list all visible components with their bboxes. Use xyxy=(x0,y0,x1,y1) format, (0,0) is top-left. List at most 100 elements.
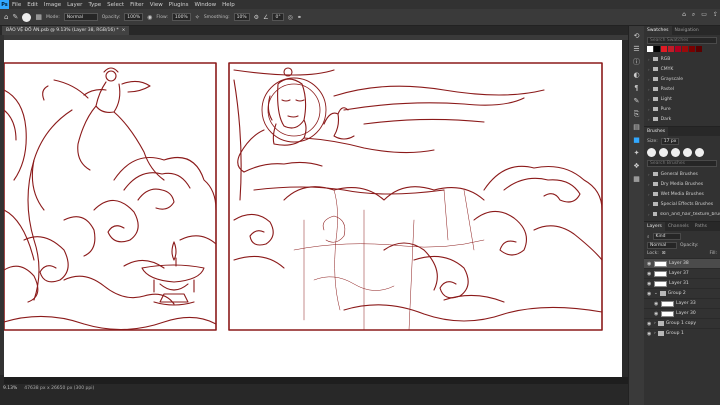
menu-select[interactable]: Select xyxy=(104,2,127,8)
opacity-field[interactable]: 100% xyxy=(124,13,144,21)
brush-preset[interactable] xyxy=(647,148,656,157)
layer-row[interactable]: ◉ Layer 31 xyxy=(644,278,720,288)
layer-row[interactable]: ◉ Layer 38 xyxy=(644,258,720,268)
chevron-right-icon[interactable]: › xyxy=(654,321,656,326)
menu-window[interactable]: Window xyxy=(191,2,219,8)
menu-plugins[interactable]: Plugins xyxy=(166,2,192,8)
chevron-right-icon[interactable]: › xyxy=(654,331,656,336)
patterns-icon[interactable]: ▦ xyxy=(632,175,641,184)
swatch-folder-pastel[interactable]: › Pastel xyxy=(644,84,720,94)
swatch[interactable] xyxy=(689,46,695,52)
brush-folder-special-effects[interactable]: › Special Effects Brushes xyxy=(644,199,720,209)
menu-edit[interactable]: Edit xyxy=(24,2,41,8)
home-screen-icon[interactable]: ⌂ xyxy=(682,11,686,19)
search-icon[interactable]: ⌕ xyxy=(692,11,695,19)
layer-row[interactable]: ◉ Layer 33 xyxy=(644,298,720,308)
tab-swatches[interactable]: Swatches xyxy=(644,26,672,35)
layer-group-row[interactable]: ◉ › Group 1 copy xyxy=(644,318,720,328)
tab-channels[interactable]: Channels xyxy=(665,222,692,231)
brush-preset[interactable] xyxy=(683,148,692,157)
tab-paths[interactable]: Paths xyxy=(692,222,710,231)
document-tab[interactable]: BẢO VỆ ĐỒ ÁN.psb @ 9.13% (Layer 38, RGB/… xyxy=(2,26,130,35)
swatch-folder-pure[interactable]: › Pure xyxy=(644,104,720,114)
brush-settings-icon[interactable]: ▦ xyxy=(35,13,42,21)
mode-select[interactable]: Normal xyxy=(63,13,98,21)
brush-tool-icon[interactable]: ✎ xyxy=(12,13,18,21)
pressure-opacity-icon[interactable]: ◉ xyxy=(147,14,152,21)
layer-group-row[interactable]: ◉ › Group 1 xyxy=(644,328,720,338)
eye-icon[interactable]: ◉ xyxy=(647,271,652,277)
eye-icon[interactable]: ◉ xyxy=(647,291,652,297)
tab-layers[interactable]: Layers xyxy=(644,222,665,231)
swatch[interactable] xyxy=(696,46,702,52)
clone-source-icon[interactable]: ⎘ xyxy=(632,110,641,119)
artboard[interactable] xyxy=(4,40,622,377)
styles-icon[interactable]: ❖ xyxy=(632,162,641,171)
menu-help[interactable]: Help xyxy=(219,2,238,8)
adjustments-icon[interactable]: ◐ xyxy=(632,71,641,80)
brush-folder-skin-hair[interactable]: › skin_and_hair_texture_brushes_b xyxy=(644,209,720,219)
smoothing-field[interactable]: 10% xyxy=(233,13,250,21)
history-icon[interactable]: ⟲ xyxy=(632,32,641,41)
angle-field[interactable]: 0° xyxy=(272,13,284,21)
pressure-size-icon[interactable]: ◎ xyxy=(288,14,293,21)
brush-preset-picker[interactable] xyxy=(22,12,32,22)
menu-view[interactable]: View xyxy=(147,2,166,8)
menu-type[interactable]: Type xyxy=(85,2,104,8)
menu-file[interactable]: File xyxy=(9,2,24,8)
color-icon[interactable]: ■ xyxy=(632,136,641,145)
eye-icon[interactable]: ◉ xyxy=(647,321,652,327)
glyphs-icon[interactable]: ✦ xyxy=(632,149,641,158)
brush-preset[interactable] xyxy=(671,148,680,157)
swatch-folder-dark[interactable]: › Dark xyxy=(644,114,720,124)
brush-settings-panel-icon[interactable]: ✎ xyxy=(632,97,641,106)
menu-filter[interactable]: Filter xyxy=(127,2,147,8)
swatch[interactable] xyxy=(675,46,681,52)
menu-image[interactable]: Image xyxy=(41,2,64,8)
swatch-folder-grayscale[interactable]: › Grayscale xyxy=(644,74,720,84)
libraries-icon[interactable]: ▤ xyxy=(632,123,641,132)
eye-icon[interactable]: ◉ xyxy=(654,301,659,307)
brush-preset[interactable] xyxy=(695,148,704,157)
layer-group-row[interactable]: ◉ ⌄ Group 2 xyxy=(644,288,720,298)
horizontal-scrollbar[interactable] xyxy=(4,377,628,384)
eye-icon[interactable]: ◉ xyxy=(647,281,652,287)
swatch-folder-light[interactable]: › Light xyxy=(644,94,720,104)
layer-kind-select[interactable]: Kind xyxy=(652,233,681,240)
tab-navigation[interactable]: Navigation xyxy=(672,26,702,35)
swatch[interactable] xyxy=(654,46,660,52)
properties-icon[interactable]: ☰ xyxy=(632,45,641,54)
chevron-down-icon[interactable]: ⌄ xyxy=(654,291,658,296)
document-info[interactable]: 47638 px x 26650 px (300 ppi) xyxy=(20,384,98,393)
brush-preset[interactable] xyxy=(659,148,668,157)
airbrush-icon[interactable]: ✧ xyxy=(195,14,200,21)
info-icon[interactable]: ⓘ xyxy=(632,58,641,67)
zoom-level[interactable]: 9.13% xyxy=(0,384,20,393)
brushes-search-input[interactable]: Search Brushes xyxy=(647,160,717,167)
swatch[interactable] xyxy=(668,46,674,52)
brush-folder-wet-media[interactable]: › Wet Media Brushes xyxy=(644,189,720,199)
symmetry-icon[interactable]: ⚭ xyxy=(297,14,302,21)
smoothing-gear-icon[interactable]: ⚙ xyxy=(254,14,259,21)
brush-folder-dry-media[interactable]: › Dry Media Brushes xyxy=(644,179,720,189)
home-icon[interactable]: ⌂ xyxy=(4,13,8,21)
eye-icon[interactable]: ◉ xyxy=(654,311,659,317)
close-tab-icon[interactable]: × xyxy=(122,28,126,33)
eye-icon[interactable]: ◉ xyxy=(647,331,652,337)
swatch-folder-rgb[interactable]: › RGB xyxy=(644,54,720,64)
layer-row[interactable]: ◉ Layer 30 xyxy=(644,308,720,318)
swatch[interactable] xyxy=(682,46,688,52)
photoshop-logo[interactable]: Ps xyxy=(0,0,9,9)
brush-folder-general[interactable]: › General Brushes xyxy=(644,169,720,179)
blend-mode-select[interactable]: Normal xyxy=(647,242,677,249)
brush-size-field[interactable]: 17 px xyxy=(660,138,680,145)
swatches-search-input[interactable]: Search Swatches xyxy=(647,37,717,44)
swatch[interactable] xyxy=(661,46,667,52)
lock-icon[interactable]: ⊠ xyxy=(662,251,666,256)
menu-layer[interactable]: Layer xyxy=(64,2,85,8)
share-icon[interactable]: ⇪ xyxy=(713,11,718,19)
flow-field[interactable]: 100% xyxy=(171,13,191,21)
tab-brushes[interactable]: Brushes xyxy=(644,127,669,136)
layer-row[interactable]: ◉ Layer 37 xyxy=(644,268,720,278)
swatch-folder-cmyk[interactable]: › CMYK xyxy=(644,64,720,74)
